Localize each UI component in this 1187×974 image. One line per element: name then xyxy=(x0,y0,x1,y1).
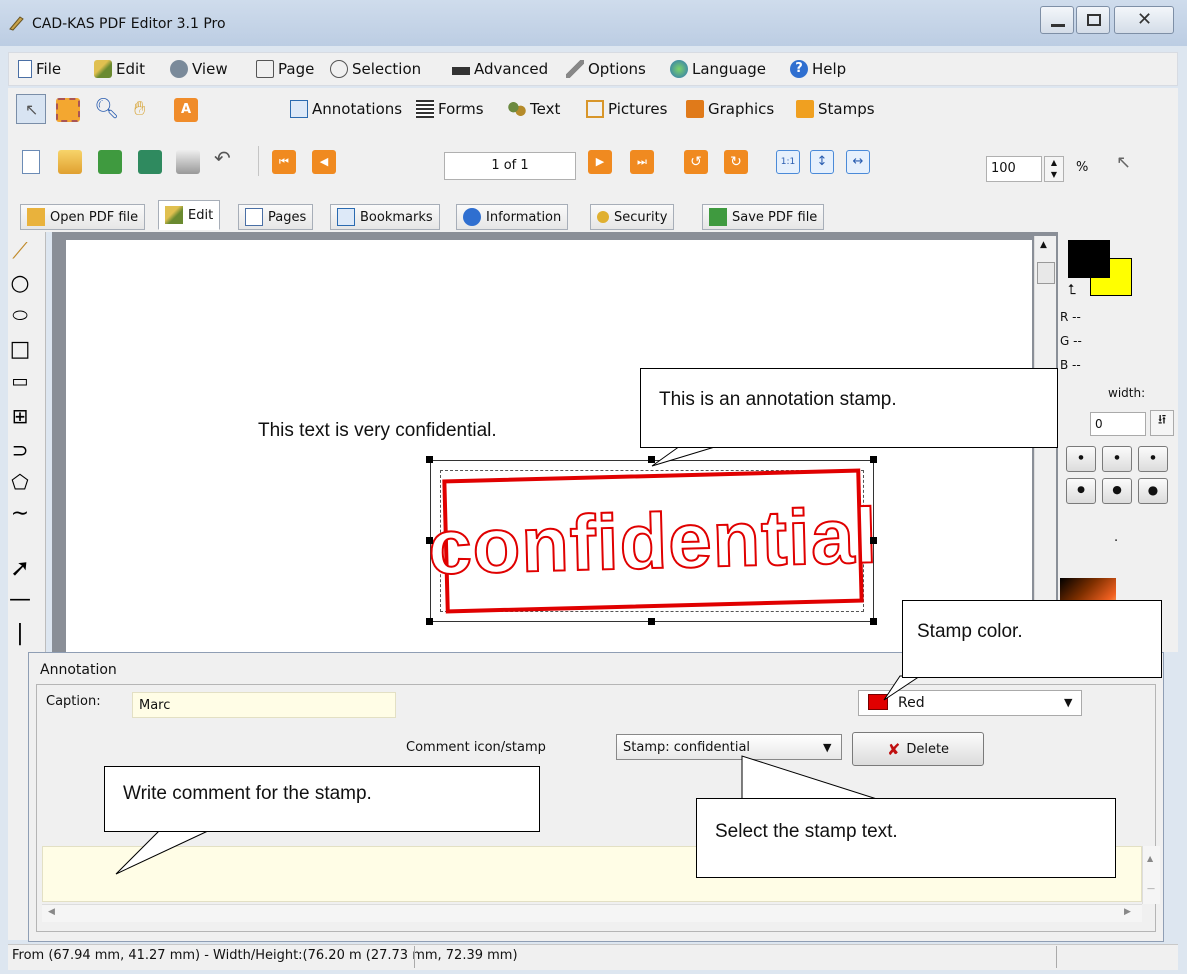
callout-write-comment: Write comment for the stamp. xyxy=(104,766,540,832)
callout-text: Stamp color. xyxy=(917,621,1023,642)
callout-text: Select the stamp text. xyxy=(715,821,898,842)
callout-text: This is an annotation stamp. xyxy=(659,389,897,410)
callout-stamp-color: Stamp color. xyxy=(902,600,1162,678)
callout-select-stamp-text: Select the stamp text. xyxy=(696,798,1116,878)
callout-annotation-stamp: This is an annotation stamp. xyxy=(640,368,1058,448)
callout-text: Write comment for the stamp. xyxy=(123,783,372,804)
